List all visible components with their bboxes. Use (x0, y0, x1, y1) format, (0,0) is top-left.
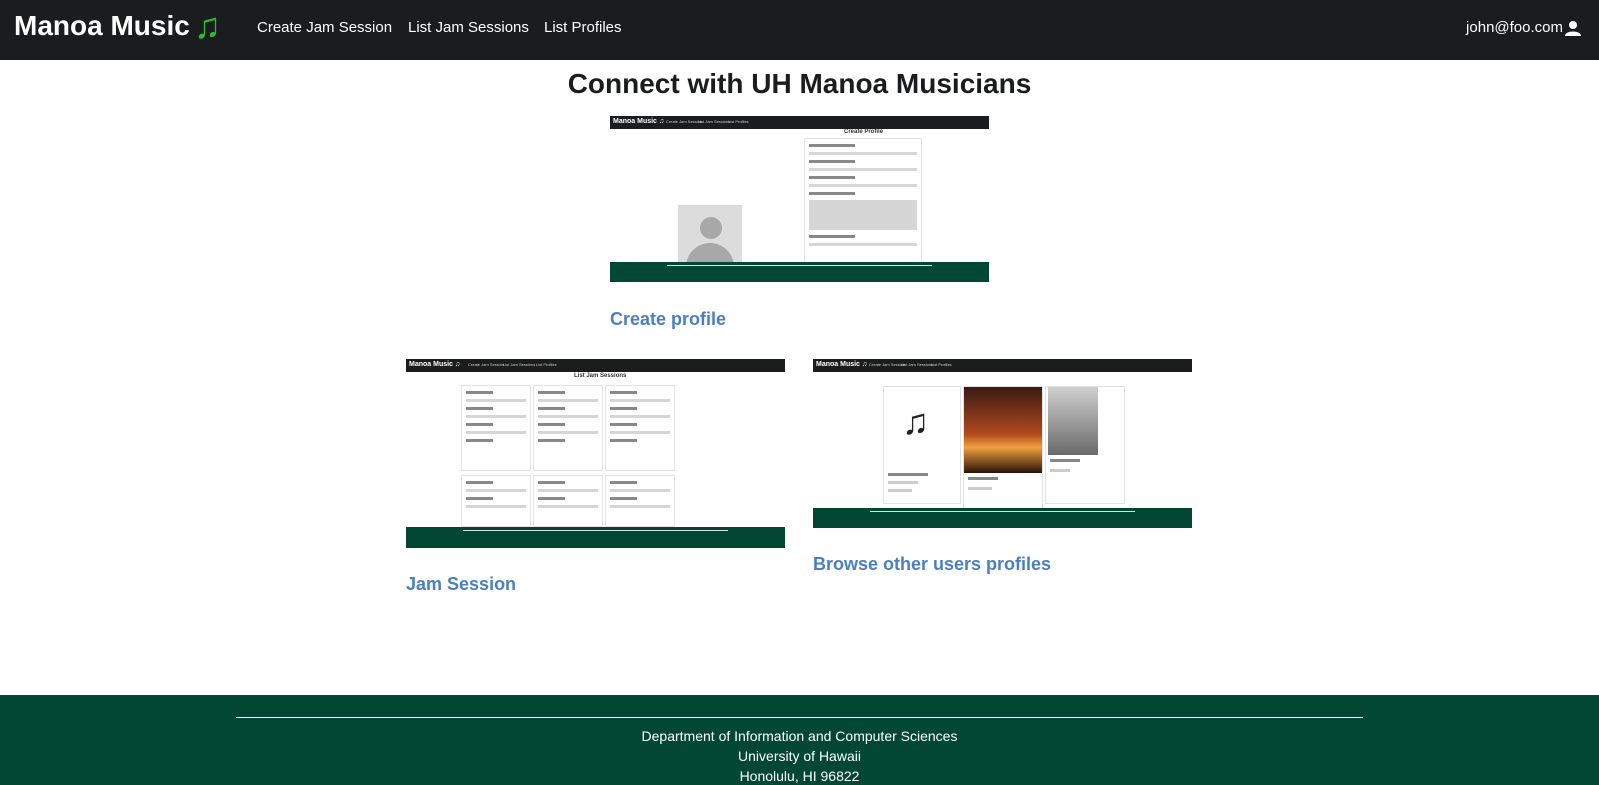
nav-create-jam-session[interactable]: Create Jam Session (257, 19, 392, 36)
create-profile-link[interactable]: Create profile (610, 309, 726, 330)
user-email: john@foo.com (1466, 19, 1563, 36)
navbar: Manoa Music ♫ Create Jam Session List Ja… (0, 0, 1599, 60)
footer: Department of Information and Computer S… (0, 695, 1599, 785)
user-menu[interactable]: john@foo.com (1466, 19, 1581, 36)
create-profile-screenshot-title: Create Profile (844, 129, 884, 135)
browse-profiles-link[interactable]: Browse other users profiles (813, 554, 1051, 575)
user-icon (1565, 20, 1581, 36)
nav-list-profiles[interactable]: List Profiles (544, 19, 622, 36)
jam-session-link[interactable]: Jam Session (406, 574, 516, 595)
nav-list-jam-sessions[interactable]: List Jam Sessions (408, 19, 529, 36)
jam-session-screenshot-title: List Jam Sessions (574, 373, 627, 379)
jam-session-screenshot[interactable]: Manoa Music ♫ Create Jam Session List Jam … (406, 359, 785, 548)
page-title: Connect with UH Manoa Musicians (567, 68, 1032, 99)
create-profile-screenshot[interactable]: Manoa Music ♫ Create Jam Session List Jam … (610, 116, 989, 282)
browse-profiles-screenshot[interactable]: Manoa Music ♫ Create Jam Session List Jam … (813, 359, 1192, 528)
brand-name: Manoa Music (14, 10, 190, 41)
footer-address: Honolulu, HI 96822 (739, 768, 860, 784)
footer-university: University of Hawaii (738, 748, 861, 764)
footer-department: Department of Information and Computer S… (641, 728, 958, 744)
brand-link[interactable]: Manoa Music ♫ (14, 8, 221, 44)
footer-divider (236, 717, 1363, 718)
music-note-icon: ♫ (193, 5, 221, 46)
